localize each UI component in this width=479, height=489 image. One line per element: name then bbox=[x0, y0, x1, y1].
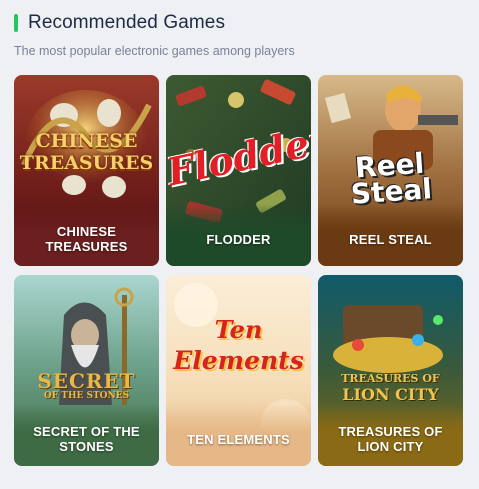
games-grid: CHINESE TREASURES CHINESE TREASURES Flod… bbox=[14, 75, 463, 466]
game-card-chinese-treasures[interactable]: CHINESE TREASURES CHINESE TREASURES bbox=[14, 75, 159, 266]
game-title: SECRET OF THE STONES bbox=[33, 424, 140, 454]
game-label-band: TREASURES OF LION CITY bbox=[318, 404, 463, 466]
game-title: TREASURES OF LION CITY bbox=[338, 424, 443, 454]
recommended-games-panel: Recommended Games The most popular elect… bbox=[0, 0, 479, 489]
game-title: TEN ELEMENTS bbox=[187, 431, 290, 447]
accent-bar bbox=[14, 14, 18, 32]
game-label-band: SECRET OF THE STONES bbox=[14, 404, 159, 466]
section-title: Recommended Games bbox=[28, 12, 226, 33]
game-card-flodder[interactable]: Flodder FLODDER bbox=[166, 75, 311, 266]
game-label-band: FLODDER bbox=[166, 204, 311, 266]
game-label-band: TEN ELEMENTS bbox=[166, 404, 311, 466]
game-card-ten-elements[interactable]: Ten Elements TEN ELEMENTS bbox=[166, 275, 311, 466]
section-subtitle: The most popular electronic games among … bbox=[14, 44, 295, 58]
game-card-secret-of-the-stones[interactable]: SECRET OF THE STONES SECRET OF THE STONE… bbox=[14, 275, 159, 466]
section-header: Recommended Games bbox=[14, 12, 225, 34]
game-label-band: REEL STEAL bbox=[318, 204, 463, 266]
game-logo: CHINESE TREASURES bbox=[19, 130, 154, 174]
game-card-treasures-of-lion-city[interactable]: TREASURES OF LION CITY TREASURES OF LION… bbox=[318, 275, 463, 466]
game-card-reel-steal[interactable]: Reel Steal REEL STEAL bbox=[318, 75, 463, 266]
game-title: FLODDER bbox=[206, 231, 271, 247]
game-label-band: CHINESE TREASURES bbox=[14, 204, 159, 266]
game-logo: TREASURES OF LION CITY bbox=[341, 372, 440, 404]
game-title: CHINESE TREASURES bbox=[45, 224, 128, 254]
game-logo: Reel Steal bbox=[349, 146, 433, 211]
game-title: REEL STEAL bbox=[349, 231, 432, 247]
game-logo: Ten Elements bbox=[173, 315, 304, 375]
game-logo: SECRET OF THE STONES bbox=[37, 369, 136, 401]
